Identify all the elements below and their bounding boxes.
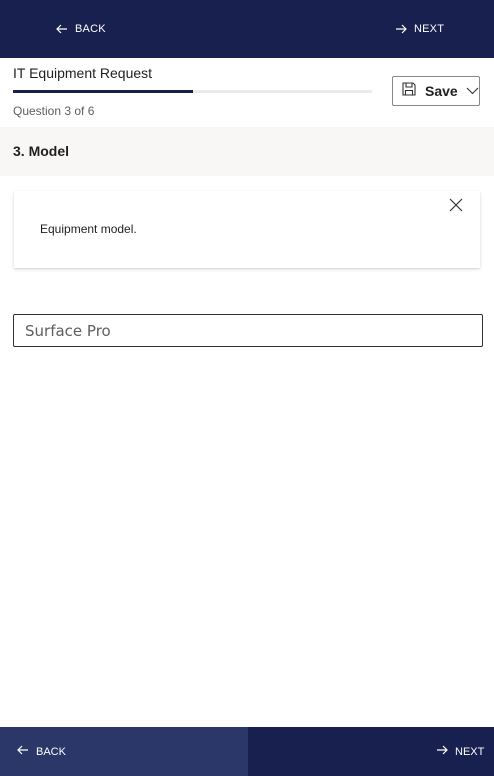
arrow-left-icon	[56, 24, 68, 34]
progress-bar-fill	[13, 90, 193, 93]
question-header: 3. Model	[0, 127, 494, 176]
progress-bar	[13, 90, 372, 93]
top-next-label: NEXT	[414, 23, 445, 35]
floppy-disk-icon	[402, 81, 416, 101]
bottom-next-label: NEXT	[455, 745, 485, 758]
question-description-card: Equipment model.	[14, 191, 480, 268]
answer-input[interactable]	[13, 314, 483, 347]
save-button[interactable]: Save	[392, 76, 480, 106]
arrow-left-icon	[0, 745, 29, 758]
question-heading: 3. Model	[13, 143, 70, 159]
save-label: Save	[425, 83, 458, 99]
bottom-back-label: BACK	[36, 745, 66, 758]
chevron-down-icon	[466, 82, 479, 100]
question-counter: Question 3 of 6	[13, 104, 95, 118]
arrow-right-icon	[395, 24, 407, 34]
arrow-right-icon	[436, 745, 448, 758]
bottom-back-button[interactable]: BACK	[0, 727, 248, 776]
top-back-label: BACK	[75, 23, 106, 35]
form-title: IT Equipment Request	[13, 65, 153, 81]
top-next-button[interactable]: NEXT	[395, 0, 444, 58]
bottom-navigation-bar: BACK NEXT	[0, 727, 494, 776]
question-description: Equipment model.	[40, 222, 137, 236]
top-navigation-bar: BACK NEXT	[0, 0, 494, 58]
bottom-next-button[interactable]: NEXT	[436, 727, 484, 776]
top-back-button[interactable]: BACK	[56, 0, 106, 58]
close-icon[interactable]	[449, 198, 463, 212]
